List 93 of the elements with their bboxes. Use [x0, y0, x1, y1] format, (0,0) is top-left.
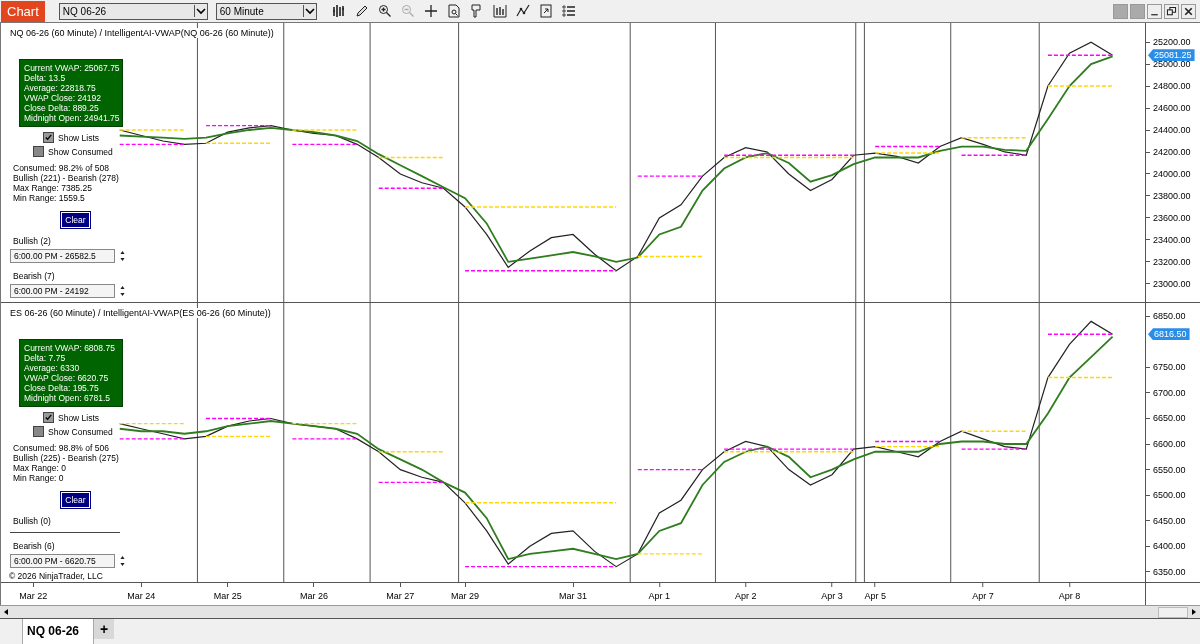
date-label: Mar 27	[386, 591, 415, 601]
date-label: Apr 3	[821, 591, 843, 601]
price-label: 24600.00	[1153, 103, 1191, 114]
date-label: Mar 22	[19, 591, 48, 601]
list-label: Bearish (7)	[13, 271, 56, 281]
list-label: Bullish (2)	[13, 236, 52, 246]
price-label: 25200.00	[1153, 37, 1191, 48]
chart-tab[interactable]: NQ 06-26	[22, 619, 95, 644]
clipboard-icon[interactable]	[537, 3, 554, 19]
caret-icon	[302, 5, 316, 17]
price-label: 6400.00	[1153, 541, 1186, 552]
spinner-icon[interactable]	[119, 554, 126, 568]
stat-text: Min Range: 0	[13, 473, 65, 483]
price-label: 23600.00	[1153, 212, 1191, 223]
list-label: Bullish (0)	[13, 516, 52, 526]
date-label: Mar 31	[559, 591, 587, 601]
date-label: Mar 25	[213, 591, 242, 601]
price-label: 24800.00	[1153, 81, 1191, 92]
stat-text: Max Range: 0	[13, 463, 67, 473]
price-label: 6350.00	[1153, 566, 1186, 577]
checkbox[interactable]	[43, 412, 54, 423]
price-label: 23800.00	[1153, 190, 1191, 201]
data-box-icon[interactable]	[491, 3, 508, 19]
add-tab-button[interactable]: +	[94, 619, 115, 639]
panel-title: NQ 06-26 (60 Minute) / IntelligentAI-VWAP(NQ 06-26 (60 Minute))	[8, 28, 276, 38]
date-label: Mar 24	[127, 591, 156, 601]
date-label: Mar 29	[451, 591, 480, 601]
price-label: 23400.00	[1153, 234, 1191, 245]
checkbox[interactable]	[33, 146, 44, 157]
checkbox-label: Show Consumed	[48, 146, 113, 157]
list-icon[interactable]	[560, 3, 577, 19]
date-label: Apr 5	[864, 591, 886, 601]
scroll-right-icon[interactable]	[1190, 608, 1198, 616]
list-label: Bearish (6)	[13, 541, 56, 551]
price-label: 24200.00	[1153, 147, 1191, 157]
price-label: 6450.00	[1153, 515, 1186, 526]
stat-text: Min Range: 1559.5	[13, 193, 86, 203]
price-label: 6700.00	[1153, 387, 1186, 398]
checkbox[interactable]	[33, 426, 44, 437]
price-label: 6550.00	[1153, 464, 1186, 475]
price-label: 6750.00	[1153, 362, 1186, 373]
list-field[interactable]: 6:00.00 PM - 26582.5	[10, 249, 115, 263]
panel-title: ES 06-26 (60 Minute) / IntelligentAI-VWAP(ES 06-26 (60 Minute))	[8, 308, 273, 318]
list-field[interactable]: 6:00.00 PM - 24192	[10, 284, 115, 298]
price-label: 6500.00	[1153, 490, 1186, 501]
date-label: Apr 2	[734, 591, 757, 601]
price-label: 6650.00	[1153, 413, 1186, 424]
pencil-icon[interactable]	[353, 3, 370, 19]
date-label: Mar 26	[299, 591, 328, 601]
price-label: 24000.00	[1153, 168, 1191, 179]
price-label: 23000.00	[1153, 278, 1191, 289]
checkbox-label: Show Lists	[58, 132, 100, 143]
checkbox[interactable]	[43, 132, 54, 143]
checkbox-label: Show Consumed	[48, 426, 113, 437]
price-label: 6850.00	[1153, 311, 1186, 322]
list-field[interactable]: 6:00.00 PM - 6620.75	[10, 554, 115, 568]
price-badge: 25081.25	[1148, 49, 1195, 62]
price-label: 23200.00	[1153, 256, 1191, 267]
price-label: 25000.00	[1153, 59, 1191, 70]
spinner-icon[interactable]	[119, 249, 126, 263]
clear-button[interactable]: Clear	[61, 212, 90, 228]
spinner-icon[interactable]	[119, 284, 126, 298]
stat-text: Bullish (221) - Bearish (278)	[13, 173, 120, 183]
price-label: 6600.00	[1153, 439, 1186, 450]
stat-text: Bullish (225) - Bearish (275)	[13, 453, 120, 463]
scrollbar[interactable]	[0, 605, 1200, 619]
stat-text: Consumed: 98.2% of 508	[13, 163, 110, 173]
date-label: Apr 7	[972, 591, 994, 601]
crosshair-icon[interactable]	[422, 3, 439, 19]
line-chart-icon[interactable]	[514, 3, 531, 19]
instrument-select[interactable]: NQ 06-26	[58, 2, 208, 20]
info-box: Current VWAP: 25067.75 Delta: 13.5 Average: 22818.75 VWAP Close: 24192 Close Delta: 889.25 Midnight Open: 24941.75	[19, 59, 123, 127]
caret-icon	[193, 5, 207, 17]
zoom-in-icon[interactable]	[376, 3, 393, 19]
info-box: Current VWAP: 6808.75 Delta: 7.75 Average: 6330 VWAP Close: 6620.75 Close Delta: 195.75 Midnight Open: 6781.5	[19, 339, 123, 407]
close-icon[interactable]	[1181, 3, 1196, 19]
restore-icon[interactable]	[1164, 3, 1179, 19]
date-label: Apr 1	[648, 591, 671, 601]
bar-chart-icon[interactable]	[330, 3, 347, 19]
date-label: Apr 8	[1058, 591, 1081, 601]
scroll-left-icon[interactable]	[2, 608, 10, 616]
interval-select[interactable]: 60 Minute	[215, 2, 317, 20]
stat-text: Consumed: 98.8% of 506	[13, 443, 110, 453]
price-label: 24400.00	[1153, 125, 1191, 135]
clear-button[interactable]: Clear	[61, 492, 90, 508]
price-badge: 6816.50	[1148, 328, 1190, 341]
scroll-thumb[interactable]	[1158, 606, 1188, 618]
minimize-icon[interactable]	[1147, 3, 1162, 19]
document-search-icon[interactable]	[445, 3, 462, 19]
checkbox-label: Show Lists	[58, 412, 100, 423]
chart-title: Chart	[1, 0, 45, 22]
stat-text: Max Range: 7385.25	[13, 183, 93, 193]
copyright-text: © 2026 NinjaTrader, LLC	[9, 571, 103, 581]
